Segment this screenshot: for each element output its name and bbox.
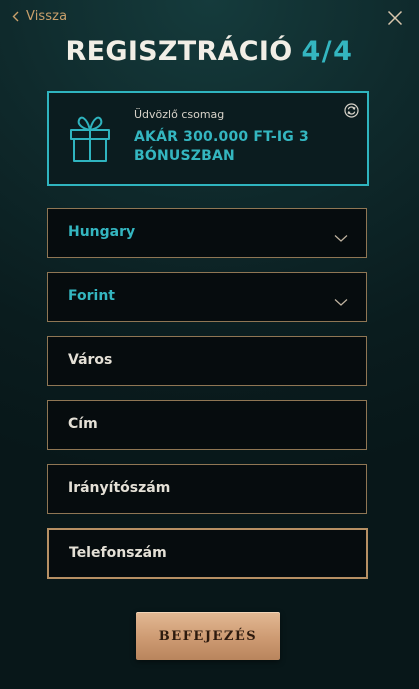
phone-placeholder: Telefonszám [69,545,167,561]
currency-value: Forint [68,288,115,304]
gift-icon [69,113,111,163]
zip-code-input[interactable]: Irányítószám [47,464,367,514]
address-placeholder: Cím [68,416,98,432]
address-input[interactable]: Cím [47,400,367,450]
page-title: REGISZTRÁCIÓ 4/4 [0,36,419,67]
close-icon[interactable] [387,10,403,26]
city-input[interactable]: Város [47,336,367,386]
chevron-left-icon [12,11,19,22]
back-button[interactable]: Vissza [12,9,67,24]
back-label: Vissza [26,9,68,24]
refresh-icon[interactable] [344,103,359,118]
city-placeholder: Város [68,352,113,368]
finish-button[interactable]: BEFEJEZÉS [136,612,280,660]
step-indicator: 4/4 [301,36,354,67]
title-text: REGISZTRÁCIÓ [65,36,293,67]
bonus-subtitle: Üdvözlő csomag [134,108,225,121]
chevron-down-icon [334,292,348,306]
bonus-headline: AKÁR 300.000 FT-IG 3 BÓNUSZBAN [134,129,309,164]
phone-input[interactable]: Telefonszám [47,528,368,579]
chevron-down-icon [334,228,348,242]
welcome-bonus-card: Üdvözlő csomag AKÁR 300.000 FT-IG 3 BÓNU… [47,91,369,186]
zip-code-placeholder: Irányítószám [68,480,171,496]
country-select[interactable]: Hungary [47,208,367,258]
top-bar: Vissza [0,0,419,36]
country-value: Hungary [68,224,136,240]
currency-select[interactable]: Forint [47,272,367,322]
